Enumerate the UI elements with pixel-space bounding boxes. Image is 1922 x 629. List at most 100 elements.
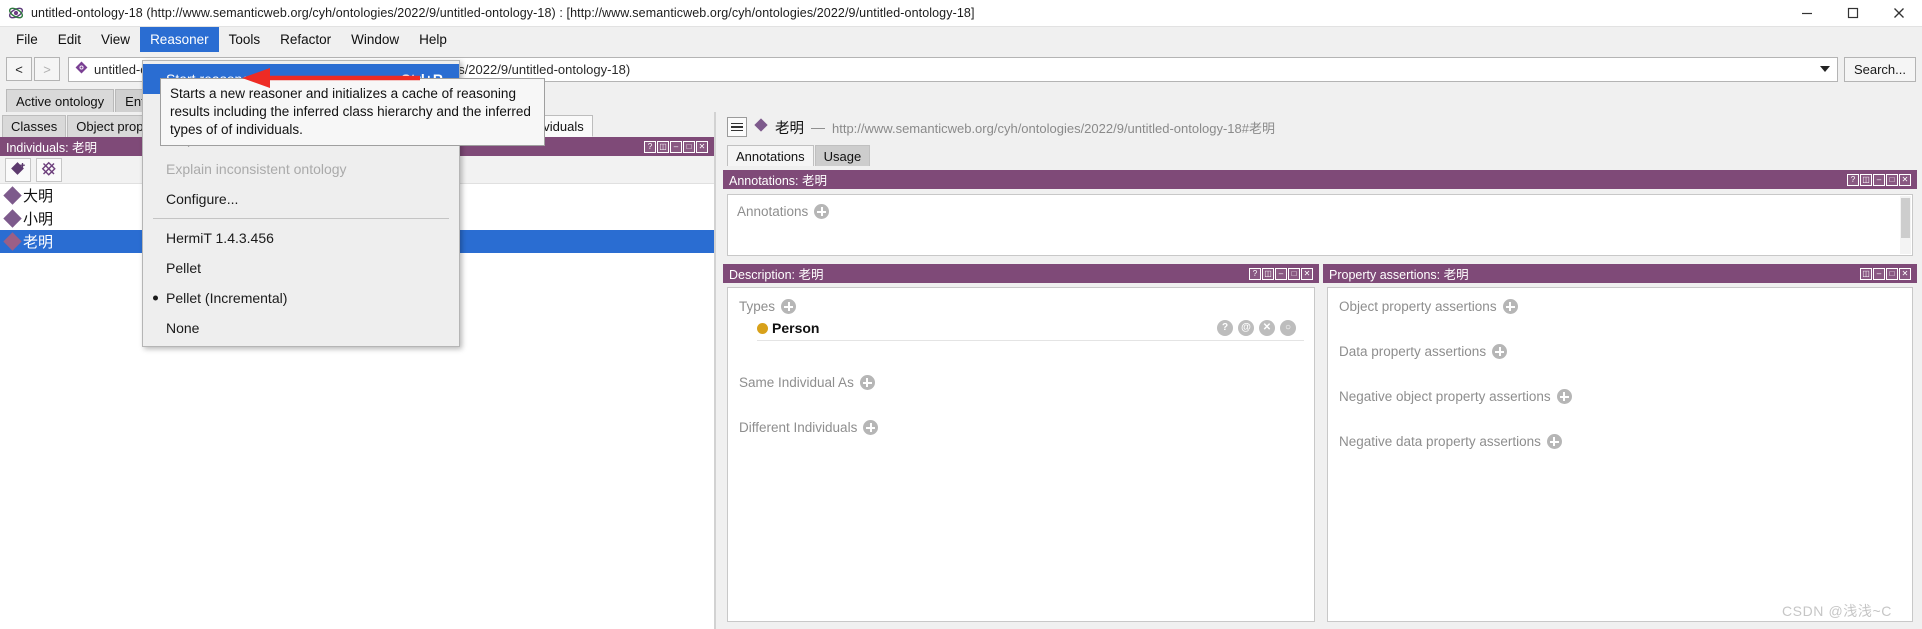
right-pane: 老明 — http://www.semanticweb.org/cyh/onto… — [718, 112, 1922, 629]
annotations-panel: Annotations: 老明 ? ◫ – □ ✕ Annotations — [723, 170, 1917, 262]
delete-type-icon[interactable]: ✕ — [1259, 320, 1275, 336]
add-object-property-assertion-icon[interactable] — [1502, 299, 1518, 314]
description-panel-header: Description: 老明 ? ◫ – □ ✕ — [723, 264, 1319, 283]
class-circle-icon — [757, 322, 768, 334]
description-body: Types Person ? @ ✕ ○ Same Individual As — [727, 287, 1315, 622]
negative-object-property-assertions-field: Negative object property assertions — [1339, 389, 1912, 404]
same-individual-field: Same Individual As — [739, 375, 1314, 390]
panel-header-controls: ◫ – □ ✕ — [1860, 267, 1911, 280]
data-property-assertions-field: Data property assertions — [1339, 344, 1912, 359]
add-negative-object-property-assertion-icon[interactable] — [1556, 389, 1572, 404]
add-data-property-assertion-icon[interactable] — [1492, 344, 1508, 359]
menu-bar: File Edit View Reasoner Tools Refactor W… — [0, 27, 1922, 53]
type-actions: ? @ ✕ ○ — [1217, 320, 1296, 336]
annotate-icon[interactable]: @ — [1238, 320, 1254, 336]
add-annotation-icon[interactable] — [814, 204, 830, 219]
ontology-diamond-icon — [75, 61, 88, 77]
forward-button[interactable]: > — [34, 57, 60, 81]
close-button[interactable] — [1876, 0, 1922, 27]
annotations-panel-title: Annotations: 老明 — [729, 174, 827, 188]
panel-header-controls: ? ◫ – □ ✕ — [1847, 173, 1911, 186]
tab-annotations[interactable]: Annotations — [727, 145, 814, 166]
minimize-panel-icon[interactable]: – — [670, 140, 682, 153]
tab-active-ontology[interactable]: Active ontology — [6, 89, 115, 112]
individual-diamond-icon — [3, 232, 22, 251]
search-button[interactable]: Search... — [1843, 56, 1916, 82]
menu-item-pellet-incremental[interactable]: Pellet (Incremental) — [143, 283, 459, 313]
menu-item-hermit[interactable]: HermiT 1.4.3.456 — [143, 223, 459, 253]
delete-individual-icon[interactable] — [36, 157, 62, 182]
property-assertions-body: Object property assertions Data property… — [1327, 287, 1913, 622]
help-panel-icon[interactable]: ? — [1847, 173, 1859, 186]
help-panel-icon[interactable]: ? — [644, 140, 656, 153]
add-different-individuals-icon[interactable] — [863, 420, 879, 435]
protege-icon — [7, 4, 25, 22]
minimize-panel-icon[interactable]: – — [1873, 173, 1885, 186]
split-panel-icon[interactable]: ◫ — [1860, 267, 1872, 280]
window-controls — [1784, 0, 1922, 27]
menu-item-label: Configure... — [166, 191, 239, 207]
edit-type-icon[interactable]: ○ — [1280, 320, 1296, 336]
individual-label: 小明 — [23, 211, 54, 228]
maximize-panel-icon[interactable]: □ — [1886, 173, 1898, 186]
property-assertions-panel-title: Property assertions: 老明 — [1329, 268, 1469, 282]
menu-tools[interactable]: Tools — [219, 27, 271, 52]
tab-usage[interactable]: Usage — [814, 145, 871, 166]
menu-item-pellet[interactable]: Pellet — [143, 253, 459, 283]
explain-icon[interactable]: ? — [1217, 320, 1233, 336]
menu-item-none[interactable]: None — [143, 313, 459, 343]
menu-help[interactable]: Help — [409, 27, 457, 52]
annotations-field-label: Annotations — [737, 204, 809, 219]
close-panel-icon[interactable]: ✕ — [696, 140, 708, 153]
close-panel-icon[interactable]: ✕ — [1899, 267, 1911, 280]
entity-name: 老明 — [775, 120, 804, 137]
type-row[interactable]: Person ? @ ✕ ○ — [757, 320, 1304, 341]
maximize-panel-icon[interactable]: □ — [683, 140, 695, 153]
title-bar: untitled-ontology-18 (http://www.semanti… — [0, 0, 1922, 27]
annotations-panel-header: Annotations: 老明 ? ◫ – □ ✕ — [723, 170, 1917, 189]
radio-selected-icon — [153, 295, 158, 301]
object-property-assertions-label: Object property assertions — [1339, 299, 1497, 314]
negative-data-property-assertions-field: Negative data property assertions — [1339, 434, 1912, 449]
property-assertions-panel: Property assertions: 老明 ◫ – □ ✕ Object p… — [1323, 264, 1917, 626]
description-panel: Description: 老明 ? ◫ – □ ✕ Types Person ?… — [723, 264, 1319, 626]
close-panel-icon[interactable]: ✕ — [1301, 267, 1313, 280]
negative-object-property-assertions-label: Negative object property assertions — [1339, 389, 1551, 404]
menu-refactor[interactable]: Refactor — [270, 27, 341, 52]
add-negative-data-property-assertion-icon[interactable] — [1546, 434, 1562, 449]
help-panel-icon[interactable]: ? — [1249, 267, 1261, 280]
annotations-field: Annotations — [737, 204, 1912, 219]
split-panel-icon[interactable]: ◫ — [1262, 267, 1274, 280]
menu-view[interactable]: View — [91, 27, 140, 52]
annotations-scrollbar[interactable] — [1900, 196, 1911, 254]
maximize-button[interactable] — [1830, 0, 1876, 27]
close-panel-icon[interactable]: ✕ — [1899, 173, 1911, 186]
menu-item-configure[interactable]: Configure... — [143, 184, 459, 214]
menu-window[interactable]: Window — [341, 27, 409, 52]
menu-item-label: Explain inconsistent ontology — [166, 161, 347, 177]
types-field: Types — [739, 299, 1314, 314]
maximize-panel-icon[interactable]: □ — [1288, 267, 1300, 280]
minimize-panel-icon[interactable]: – — [1873, 267, 1885, 280]
menu-hamburger-icon[interactable] — [727, 117, 747, 137]
sub-tab-classes[interactable]: Classes — [2, 115, 67, 137]
menu-file[interactable]: File — [6, 27, 48, 52]
minimize-button[interactable] — [1784, 0, 1830, 27]
different-individuals-label: Different Individuals — [739, 420, 858, 435]
menu-item-label: HermiT 1.4.3.456 — [166, 230, 274, 246]
different-individuals-field: Different Individuals — [739, 420, 1314, 435]
menu-reasoner[interactable]: Reasoner — [140, 27, 219, 52]
split-panel-icon[interactable]: ◫ — [657, 140, 669, 153]
individual-diamond-icon — [3, 209, 22, 228]
maximize-panel-icon[interactable]: □ — [1886, 267, 1898, 280]
menu-edit[interactable]: Edit — [48, 27, 91, 52]
individual-diamond-icon — [3, 186, 22, 205]
chevron-down-icon[interactable] — [1819, 66, 1830, 72]
types-field-label: Types — [739, 299, 776, 314]
add-type-icon[interactable] — [781, 299, 797, 314]
back-button[interactable]: < — [6, 57, 32, 81]
add-individual-icon[interactable] — [5, 157, 31, 182]
minimize-panel-icon[interactable]: – — [1275, 267, 1287, 280]
split-panel-icon[interactable]: ◫ — [1860, 173, 1872, 186]
add-same-individual-icon[interactable] — [859, 375, 875, 390]
